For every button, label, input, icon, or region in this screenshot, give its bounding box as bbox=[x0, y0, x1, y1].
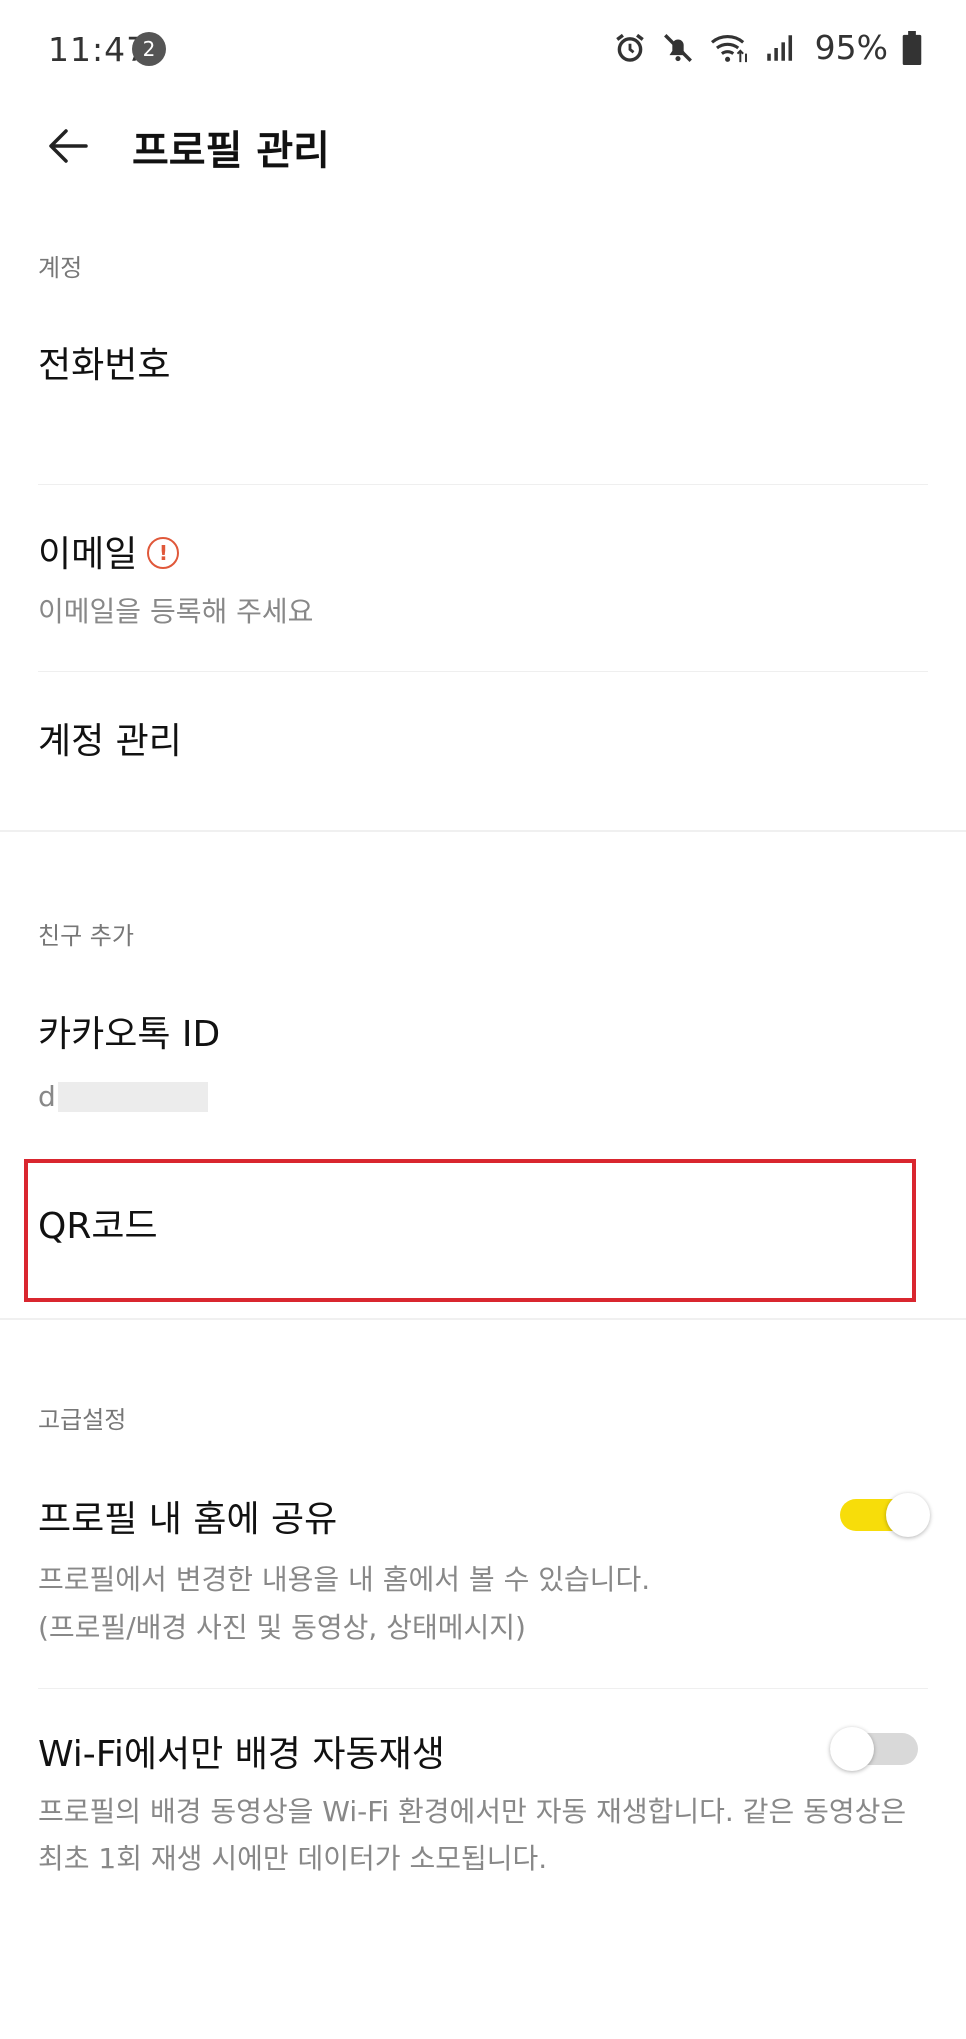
account-manage-title: 계정 관리 bbox=[38, 721, 182, 762]
divider bbox=[38, 484, 928, 485]
phone-number-title: 전화번호 bbox=[38, 345, 171, 386]
toggle-knob bbox=[830, 1727, 874, 1771]
masked-region bbox=[57, 1081, 208, 1112]
email-title-wrap: 이메일! bbox=[38, 525, 180, 577]
email-subtitle: 이메일을 등록해 주세요 bbox=[38, 595, 314, 628]
qr-code-highlight bbox=[24, 1159, 916, 1302]
divider bbox=[38, 1688, 928, 1689]
kakao-id-row[interactable] bbox=[0, 980, 966, 1140]
notification-count-badge: 2 bbox=[132, 32, 166, 66]
kakao-id-visible: d bbox=[38, 1080, 56, 1113]
warning-icon: ! bbox=[147, 537, 180, 569]
email-title: 이메일 bbox=[38, 534, 138, 575]
kakao-id-value: d bbox=[38, 1080, 208, 1113]
share-profile-desc-line1: 프로필에서 변경한 내용을 내 홈에서 볼 수 있습니다. bbox=[38, 1563, 651, 1596]
mute-icon bbox=[663, 33, 692, 62]
email-row[interactable] bbox=[0, 486, 966, 671]
section-divider bbox=[0, 830, 966, 832]
section-header-add-friend: 친구 추가 bbox=[38, 922, 134, 950]
wifi-autoplay-toggle[interactable] bbox=[830, 1727, 920, 1771]
section-header-account: 계정 bbox=[38, 254, 83, 282]
share-profile-desc-line2: (프로필/배경 사진 및 동영상, 상태메시지) bbox=[38, 1611, 526, 1644]
battery-icon bbox=[902, 30, 922, 65]
status-icons: 95% bbox=[613, 28, 922, 67]
phone-number-row[interactable] bbox=[0, 300, 966, 485]
share-profile-toggle[interactable] bbox=[840, 1493, 930, 1537]
divider bbox=[38, 671, 928, 672]
section-header-advanced: 고급설정 bbox=[38, 1406, 127, 1434]
battery-percent: 95% bbox=[814, 28, 888, 67]
toggle-knob bbox=[886, 1493, 930, 1537]
section-divider bbox=[0, 1318, 966, 1320]
alarm-icon bbox=[615, 33, 644, 62]
share-profile-title: 프로필 내 홈에 공유 bbox=[38, 1499, 338, 1540]
kakao-id-title: 카카오톡 ID bbox=[38, 1014, 221, 1055]
wifi-icon bbox=[710, 34, 747, 62]
back-button[interactable] bbox=[38, 118, 98, 174]
page-title: 프로필 관리 bbox=[132, 128, 330, 174]
signal-icon bbox=[766, 34, 792, 61]
wifi-autoplay-title: Wi-Fi에서만 배경 자동재생 bbox=[38, 1734, 445, 1775]
arrow-left-icon bbox=[49, 129, 88, 163]
wifi-autoplay-desc: 프로필의 배경 동영상을 Wi-Fi 환경에서만 자동 재생합니다. 같은 동영… bbox=[38, 1795, 907, 1875]
